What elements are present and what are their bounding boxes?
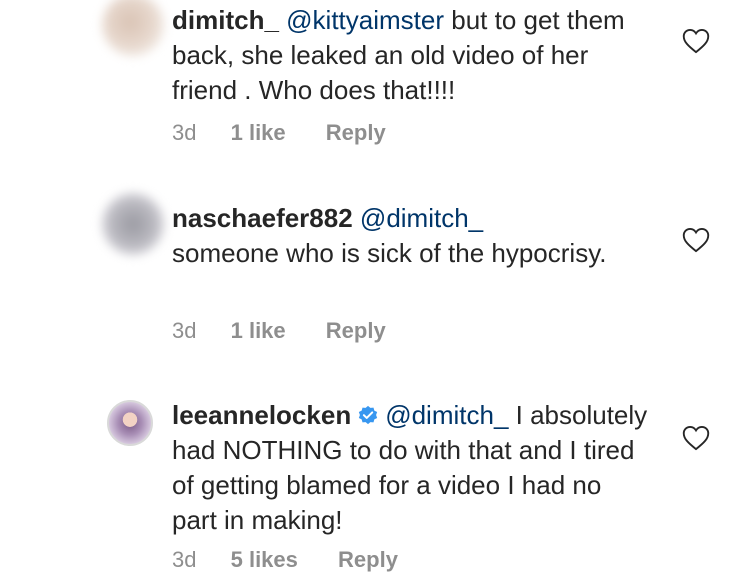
verified-badge-icon [359,405,378,425]
avatar[interactable] [107,400,153,446]
comment-likes[interactable]: 1 like [231,120,286,146]
comment-username[interactable]: naschaefer882 [172,203,353,233]
comment-username[interactable]: dimitch_ [172,5,279,35]
comment-likes[interactable]: 1 like [231,318,286,344]
reply-button[interactable]: Reply [326,318,386,344]
comment-meta: 3d 5 likes Reply [172,547,398,573]
comment-meta: 3d 1 like Reply [172,318,386,344]
comment-age: 3d [172,318,197,343]
avatar[interactable] [102,193,164,255]
comment-age: 3d [172,547,197,572]
comment-text: someone who is sick of the hypocrisy. [172,238,607,268]
comment-mention[interactable]: @dimitch_ [385,400,508,430]
comment-age: 3d [172,120,197,145]
comment-body: naschaefer882 @dimitch_ someone who is s… [172,201,652,271]
comment-mention[interactable]: @kittyaimster [286,5,444,35]
comment-body: dimitch_ @kittyaimster but to get them b… [172,3,652,108]
avatar[interactable] [102,0,164,56]
reply-button[interactable]: Reply [326,120,386,146]
heart-outline-icon[interactable] [682,28,710,54]
comment-body: leeannelocken @dimitch_ I absolutely had… [172,398,652,538]
heart-outline-icon[interactable] [682,227,710,253]
comment-username[interactable]: leeannelocken [172,400,351,430]
reply-button[interactable]: Reply [338,547,398,573]
heart-outline-icon[interactable] [682,425,710,451]
comment-mention[interactable]: @dimitch_ [360,203,483,233]
comment-likes[interactable]: 5 likes [231,547,298,573]
comment-meta: 3d 1 like Reply [172,120,386,146]
